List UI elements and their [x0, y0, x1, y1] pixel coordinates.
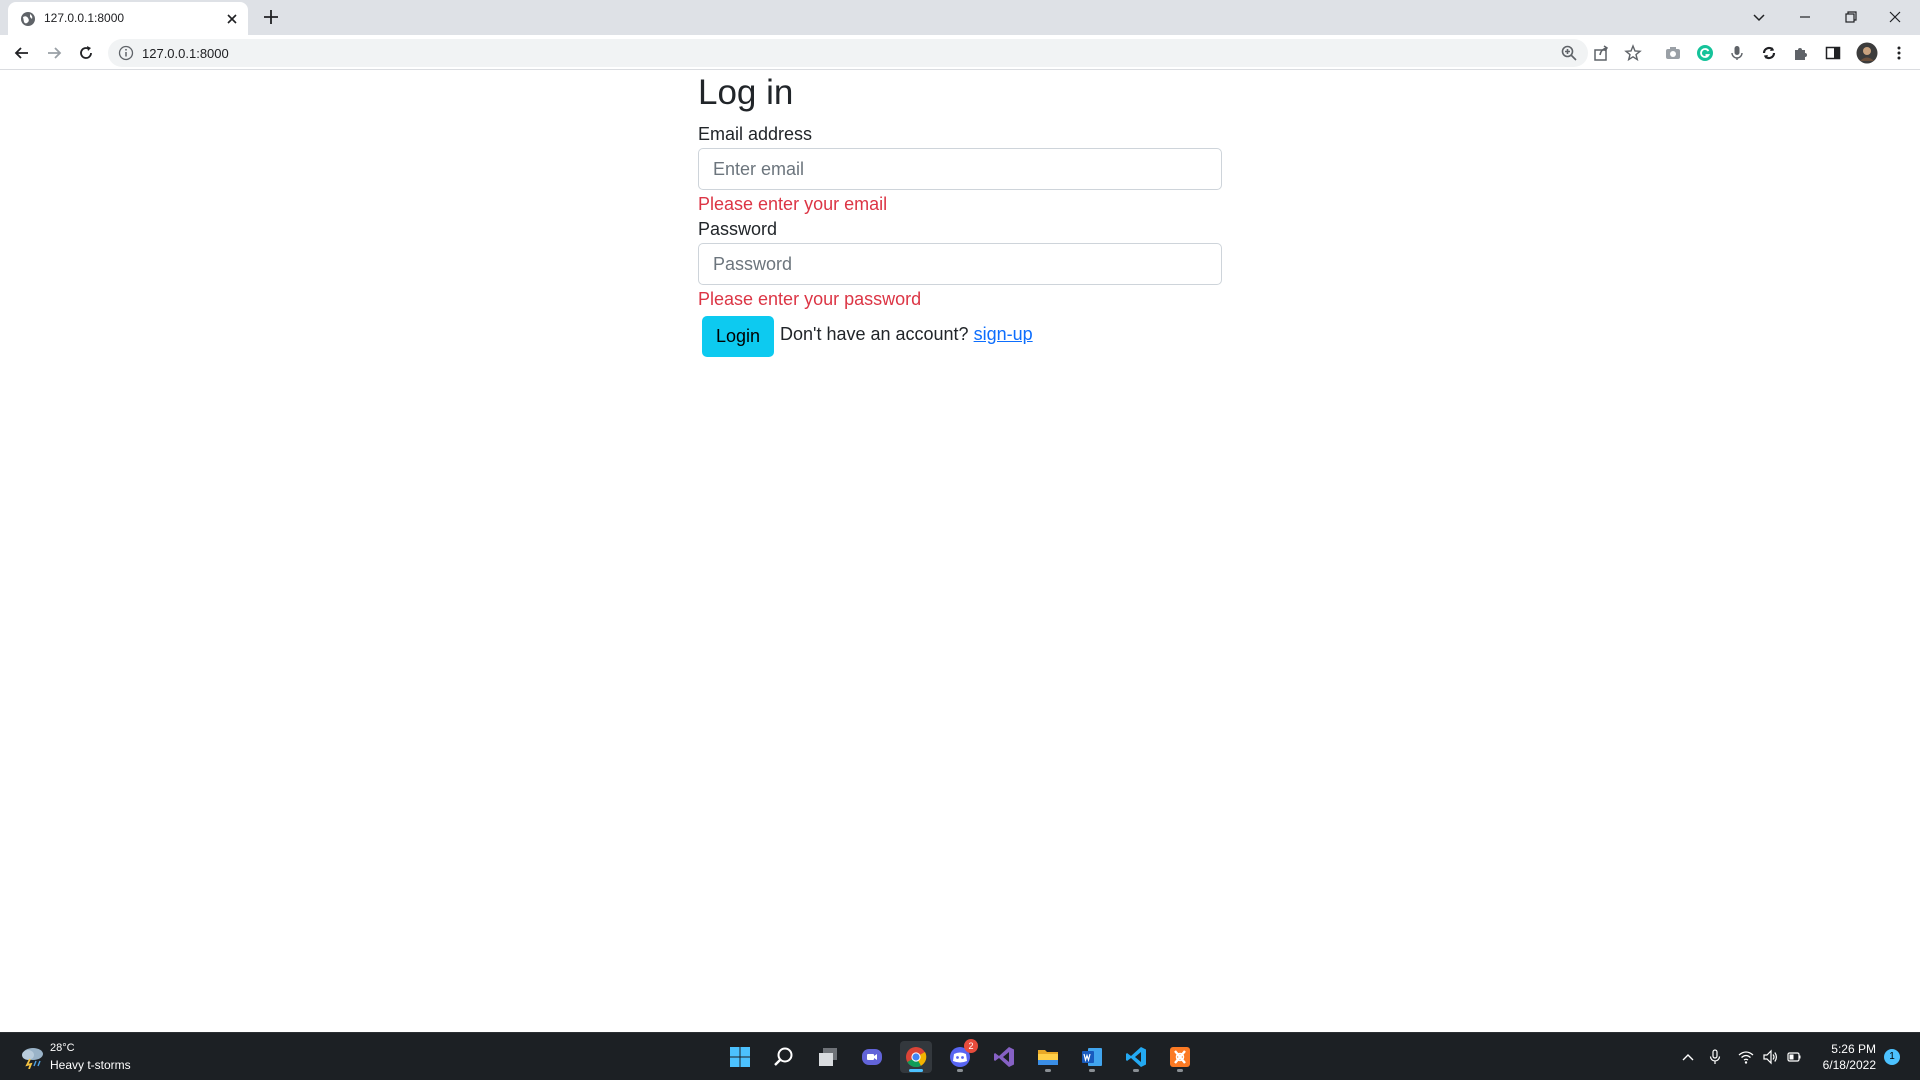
password-field[interactable]	[698, 243, 1222, 285]
minimize-icon[interactable]	[1794, 6, 1816, 28]
battery-icon[interactable]	[1786, 1049, 1802, 1065]
email-label: Email address	[698, 124, 813, 144]
forward-icon[interactable]	[44, 43, 64, 63]
tray-microphone-icon[interactable]	[1707, 1049, 1723, 1065]
task-view-button[interactable]	[812, 1041, 844, 1073]
url-text: 127.0.0.1:8000	[142, 46, 229, 61]
chrome-app-button[interactable]	[900, 1041, 932, 1073]
word-app-button[interactable]	[1076, 1041, 1108, 1073]
running-indicator	[909, 1069, 923, 1072]
microphone-icon[interactable]	[1728, 44, 1746, 62]
running-indicator	[1133, 1069, 1139, 1072]
start-icon	[730, 1047, 750, 1067]
profile-avatar-icon[interactable]	[1856, 42, 1878, 64]
chevron-up-icon[interactable]	[1680, 1049, 1696, 1065]
running-indicator	[957, 1069, 963, 1072]
email-error-message: Please enter your email	[698, 194, 888, 214]
address-bar[interactable]: 127.0.0.1:8000	[108, 39, 1588, 67]
running-indicator	[1045, 1069, 1051, 1072]
grammarly-icon[interactable]	[1696, 44, 1714, 62]
notification-count-badge[interactable]: 1	[1884, 1049, 1900, 1065]
weather-description: Heavy t-storms	[50, 1058, 131, 1072]
browser-toolbar: 127.0.0.1:8000	[0, 35, 1920, 70]
xampp-icon	[1170, 1047, 1190, 1067]
page-title: Log in	[698, 73, 794, 112]
globe-icon	[21, 12, 35, 26]
restore-icon[interactable]	[1840, 6, 1862, 28]
extensions-puzzle-icon[interactable]	[1792, 44, 1810, 62]
new-tab-icon[interactable]	[262, 8, 280, 26]
weather-temperature: 28°C	[50, 1042, 75, 1054]
email-field[interactable]	[698, 148, 1222, 190]
teams-chat-button[interactable]	[856, 1041, 888, 1073]
login-button[interactable]: Login	[702, 316, 774, 357]
vscode-icon	[1126, 1047, 1146, 1067]
weather-storm-icon[interactable]	[18, 1043, 46, 1069]
signup-prompt-row: Don't have an account? sign-up	[780, 324, 1033, 345]
reload-icon[interactable]	[76, 43, 96, 63]
visual-studio-app-button[interactable]	[988, 1041, 1020, 1073]
xampp-app-button[interactable]	[1164, 1041, 1196, 1073]
chrome-icon	[906, 1047, 927, 1068]
taskbar: 28°C Heavy t-storms 2 5:26 PM 6/18/2022 …	[0, 1032, 1920, 1080]
visual-studio-icon	[994, 1047, 1014, 1067]
tab-search-icon[interactable]	[1748, 6, 1770, 28]
task-view-icon	[819, 1048, 837, 1066]
clock-time[interactable]: 5:26 PM	[1816, 1042, 1876, 1056]
tab-title: 127.0.0.1:8000	[44, 11, 125, 25]
vscode-app-button[interactable]	[1120, 1041, 1152, 1073]
password-label: Password	[698, 219, 778, 239]
page-viewport: Log in Email address Please enter your e…	[0, 71, 1920, 1032]
discord-notification-badge: 2	[964, 1039, 978, 1053]
site-info-icon[interactable]	[118, 45, 134, 61]
volume-icon[interactable]	[1762, 1049, 1778, 1065]
clock-date[interactable]: 6/18/2022	[1816, 1058, 1876, 1072]
back-icon[interactable]	[12, 43, 32, 63]
bookmark-star-icon[interactable]	[1624, 44, 1642, 62]
tab-strip: 127.0.0.1:8000	[0, 0, 1920, 35]
sync-extension-icon[interactable]	[1760, 44, 1778, 62]
file-explorer-icon	[1038, 1050, 1058, 1065]
signup-prompt-text: Don't have an account?	[780, 324, 969, 344]
chat-icon	[862, 1049, 882, 1065]
running-indicator	[1089, 1069, 1095, 1072]
start-button[interactable]	[724, 1041, 756, 1073]
search-icon	[774, 1047, 793, 1066]
taskbar-search-button[interactable]	[768, 1041, 800, 1073]
camera-extension-icon[interactable]	[1664, 44, 1682, 62]
browser-tab[interactable]: 127.0.0.1:8000	[8, 2, 248, 35]
close-window-icon[interactable]	[1884, 6, 1906, 28]
signup-link[interactable]: sign-up	[974, 324, 1033, 344]
side-panel-icon[interactable]	[1824, 44, 1842, 62]
password-error-message: Please enter your password	[698, 289, 922, 309]
file-explorer-app-button[interactable]	[1032, 1041, 1064, 1073]
discord-app-button[interactable]: 2	[944, 1039, 978, 1073]
zoom-icon[interactable]	[1560, 44, 1578, 62]
running-indicator	[1177, 1069, 1183, 1072]
word-icon	[1082, 1048, 1102, 1066]
share-icon[interactable]	[1592, 44, 1610, 62]
wifi-icon[interactable]	[1738, 1049, 1754, 1065]
menu-kebab-icon[interactable]	[1890, 44, 1908, 62]
close-tab-icon[interactable]	[224, 11, 240, 27]
